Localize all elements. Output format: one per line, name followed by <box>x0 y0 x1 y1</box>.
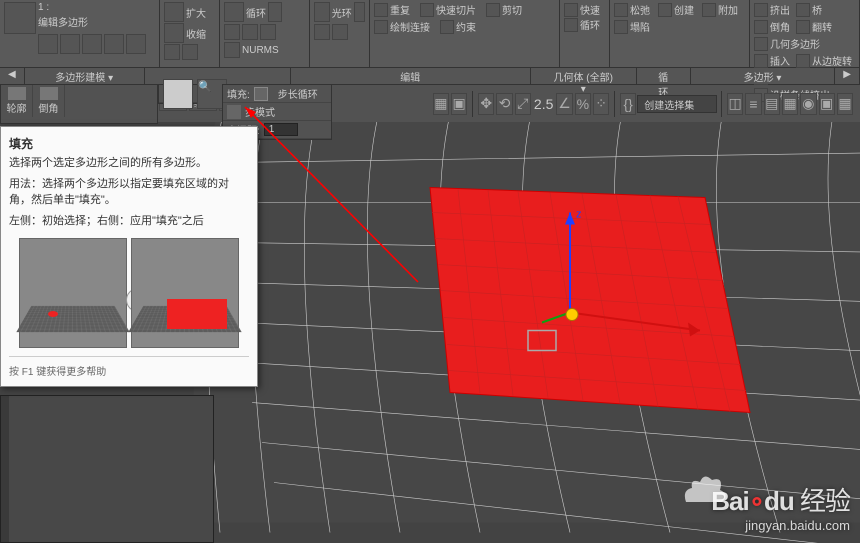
snap-pct-icon[interactable]: % <box>575 93 591 115</box>
tooltip-img-before <box>19 238 127 348</box>
sub-border-icon[interactable] <box>82 34 102 54</box>
halo-sub-2[interactable] <box>332 24 348 40</box>
ribbon-section-loop: 循环 NURMS <box>220 0 310 67</box>
ribbon-tab-left[interactable]: ◀ <box>0 68 25 84</box>
geopoly-icon[interactable] <box>754 37 768 51</box>
ribbon: 1 : 编辑多边形 扩大 收缩 循环 <box>0 0 860 85</box>
halo-icon[interactable] <box>314 2 330 22</box>
attach-icon[interactable] <box>702 3 716 17</box>
layers-icon[interactable]: ▤ <box>764 93 780 115</box>
stack-line1: 1 : <box>38 2 155 13</box>
shrink-icon[interactable] <box>164 23 184 43</box>
sel-all-icon[interactable]: ▣ <box>451 93 467 115</box>
cut-icon[interactable] <box>486 3 500 17</box>
bevel-icon[interactable] <box>754 20 768 34</box>
steploop-label: 步长循环 <box>278 86 318 101</box>
ribbon-section-edit: 重复 快速切片 剪切 绘制连接 约束 <box>370 0 560 67</box>
extrude-icon[interactable] <box>754 3 768 17</box>
context-toolbar: 轮廓 倒角 <box>0 84 158 124</box>
bevel-bigbtn[interactable]: 倒角 <box>33 85 65 117</box>
ring-icon-1[interactable] <box>224 24 240 40</box>
stack-line2: 编辑多边形 <box>38 14 155 29</box>
mirror-icon[interactable]: ◫ <box>727 93 743 115</box>
ring-icon-3[interactable] <box>260 24 276 40</box>
scene-icon[interactable]: ▦ <box>782 93 798 115</box>
fill-row: 填充: 步长循环 <box>223 85 331 103</box>
mat-icon[interactable]: ◉ <box>800 93 816 115</box>
rotate-icon[interactable]: ⟲ <box>496 93 512 115</box>
named-selection-dropdown[interactable]: 创建选择集 <box>637 95 717 113</box>
ribbon-tab-poly[interactable]: 多边形 ▾ <box>691 68 836 84</box>
ribbon-tab-edit[interactable]: 编辑 <box>291 68 531 84</box>
scale-icon[interactable]: ⤢ <box>515 93 531 115</box>
sel-filter-icon[interactable]: ▦ <box>433 93 449 115</box>
nurms-icon[interactable] <box>224 42 240 58</box>
quick-icon[interactable] <box>564 3 578 17</box>
misc-icon-2[interactable] <box>182 44 198 60</box>
ribbon-section-grow: 扩大 收缩 <box>160 0 220 67</box>
outline-bigbtn[interactable]: 轮廓 <box>1 85 33 117</box>
snap-pts-icon[interactable]: ⁘ <box>593 93 609 115</box>
loop2-icon[interactable] <box>564 18 578 32</box>
watermark: Bai∘du 经验 jingyan.baidu.com <box>711 481 850 533</box>
halo-dd[interactable] <box>354 2 365 22</box>
ribbon-tab-polymodel[interactable]: 多边形建模 ▾ <box>25 68 145 84</box>
create-icon[interactable] <box>658 3 672 17</box>
tooltip-img-after <box>131 238 239 348</box>
stepmode-icon <box>227 105 241 119</box>
inset-icon[interactable] <box>754 54 768 68</box>
collapse-icon[interactable] <box>614 20 628 34</box>
spacing-spinner[interactable]: 1 <box>264 123 298 136</box>
relax-icon[interactable] <box>614 3 628 17</box>
sub-element-icon[interactable] <box>126 34 146 54</box>
tooltip-footer: 按 F1 键获得更多帮助 <box>9 356 249 378</box>
command-panel[interactable] <box>0 395 214 543</box>
pick-cursor-icon[interactable]: ↖ <box>163 79 193 109</box>
ribbon-section-polymodel: 1 : 编辑多边形 <box>0 0 160 67</box>
misc-icon-1[interactable] <box>164 44 180 60</box>
watermark-url: jingyan.baidu.com <box>711 518 850 533</box>
tooltip-legend: 左侧：初始选择；右侧：应用"填充"之后 <box>9 214 249 229</box>
ribbon-tabs: ◀ 多边形建模 ▾ 编辑 几何体 (全部) ▾ 循环 ▾ 多边形 ▾ ▶ <box>0 68 860 84</box>
tooltip-usage: 用法：选择两个多边形以指定要填充区域的对角，然后单击"填充"。 <box>9 177 249 208</box>
scale-value: 2.5 <box>534 96 553 112</box>
move-icon[interactable]: ✥ <box>478 93 494 115</box>
axis-z-label: z <box>576 209 582 221</box>
stepmode-row[interactable]: 步模式 <box>223 103 331 121</box>
ribbon-section-halo: 光环 <box>310 0 370 67</box>
quickslice-icon[interactable] <box>420 3 434 17</box>
loop-icon[interactable] <box>224 2 244 22</box>
align-icon[interactable]: ≡ <box>745 93 761 115</box>
sub-poly-icon[interactable] <box>104 34 124 54</box>
flip-icon[interactable] <box>796 20 810 34</box>
paintconnect-icon[interactable] <box>374 20 388 34</box>
ring-icon-2[interactable] <box>242 24 258 40</box>
halo-sub-1[interactable] <box>314 24 330 40</box>
modifier-stack-icon[interactable] <box>4 2 36 34</box>
bridge-icon[interactable] <box>796 3 810 17</box>
sub-vertex-icon[interactable] <box>38 34 58 54</box>
ribbon-section-poly: 挤出 桥 倒角 翻转 几何多边形 插入 从边旋转 轮廓 沿样条线挤出 <box>750 0 860 67</box>
render2-icon[interactable]: ▦ <box>837 93 853 115</box>
extended-tooltip: 填充 选择两个选定多边形之间的所有多边形。 用法：选择两个多边形以指定要填充区域… <box>0 126 258 387</box>
ribbon-tab-loop[interactable]: 循环 ▾ <box>637 68 691 84</box>
ribbon-section-quick: 快速 循环 <box>560 0 610 67</box>
loop-dd[interactable] <box>268 2 282 22</box>
constraint-icon[interactable] <box>440 20 454 34</box>
grow-icon[interactable] <box>164 2 184 22</box>
render-icon[interactable]: ▣ <box>819 93 835 115</box>
edgerot-icon[interactable] <box>796 54 810 68</box>
ribbon-tab-right[interactable]: ▶ <box>835 68 860 84</box>
fill-button[interactable] <box>254 87 268 101</box>
tooltip-title: 填充 <box>9 135 249 152</box>
repeat-icon[interactable] <box>374 3 388 17</box>
ribbon-tab-geom[interactable]: 几何体 (全部) ▾ <box>531 68 637 84</box>
sub-edge-icon[interactable] <box>60 34 80 54</box>
named-sel-icon[interactable]: {} <box>620 93 636 115</box>
ribbon-section-geom: 松弛 创建 附加 塌陷 <box>610 0 750 67</box>
snap-angle-icon[interactable]: ∠ <box>556 93 572 115</box>
tooltip-desc: 选择两个选定多边形之间的所有多边形。 <box>9 156 249 171</box>
